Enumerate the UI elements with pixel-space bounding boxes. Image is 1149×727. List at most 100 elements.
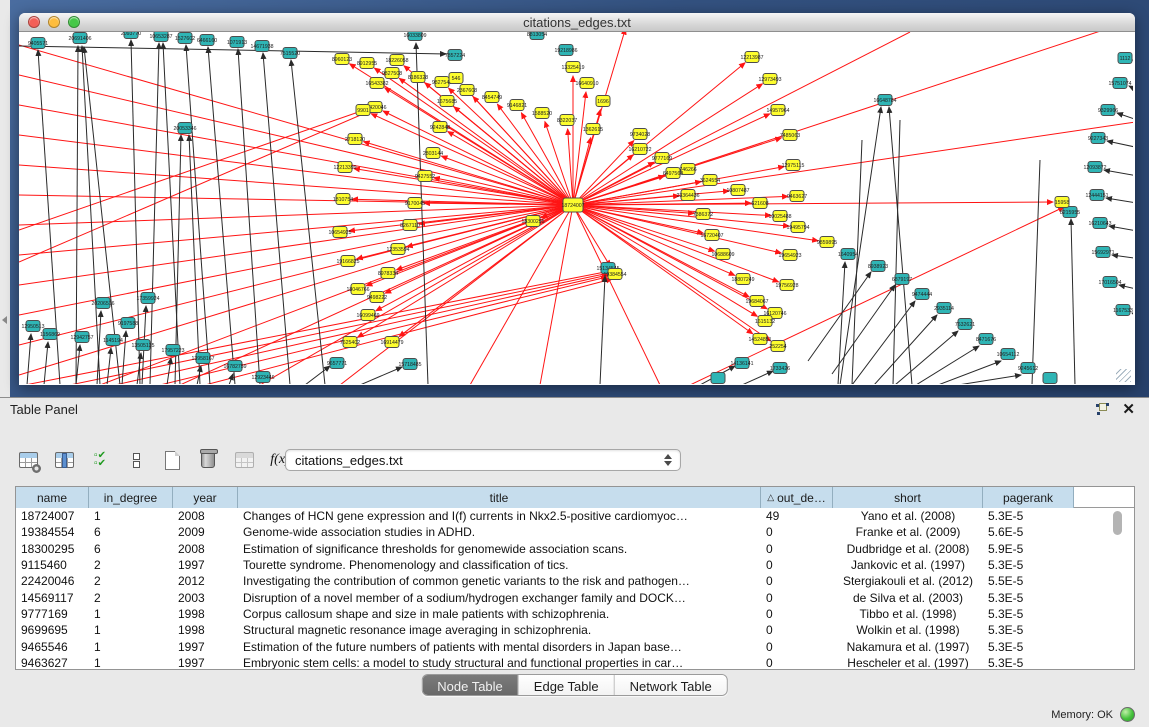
graph-node-label: 2718120 (345, 137, 365, 143)
graph-node-label: 12213987 (740, 55, 763, 61)
close-window-button[interactable] (28, 16, 40, 28)
column-header-label: name (37, 491, 67, 505)
tab-network-table[interactable]: Network Table (615, 675, 727, 696)
graph-node-label: 12942757 (70, 335, 93, 341)
table-cell: 1997 (173, 656, 238, 670)
graph-node-label: 1071913 (227, 40, 247, 46)
directed-edge (416, 43, 428, 384)
close-panel-icon[interactable]: ✕ (1122, 400, 1135, 418)
graph-node-label: 9329966 (1098, 108, 1118, 114)
citation-edge (568, 129, 573, 205)
graph-node-label: 7515520 (280, 51, 300, 57)
citation-edge (25, 271, 610, 384)
window-resize-grip[interactable] (1116, 369, 1131, 382)
graph-node-label: 18807249 (731, 277, 754, 283)
unselect-columns-icon[interactable] (124, 448, 148, 472)
network-canvas[interactable]: 9405571206914062093770106532871527602646… (19, 32, 1133, 384)
float-panel-icon[interactable] (1096, 403, 1109, 415)
network-window-titlebar[interactable]: citations_edges.txt (19, 13, 1135, 32)
tab-node-table[interactable]: Node Table (422, 675, 519, 696)
import-table-icon[interactable] (232, 448, 256, 472)
graph-node-label: 9827508 (382, 71, 402, 77)
graph-node-label: 8215955 (1060, 210, 1080, 216)
table-select-dropdown[interactable]: citations_edges.txt (285, 449, 681, 471)
table-cell: 9463627 (16, 656, 89, 670)
zoom-window-button[interactable] (68, 16, 80, 28)
directed-edge (44, 342, 48, 384)
graph-node-label: 19684067 (745, 299, 768, 305)
graph-node-label: 20053346 (173, 126, 196, 132)
table-row[interactable]: 969969511998Structural magnetic resonanc… (16, 622, 1134, 638)
show-column-icon[interactable] (52, 448, 76, 472)
table-row[interactable]: 946554611997Estimation of the future num… (16, 638, 1134, 654)
graph-node-label: 16099469 (356, 313, 379, 319)
table-cell: Disruption of a novel member of a sodium… (238, 591, 761, 605)
table-cell: 6 (89, 525, 173, 539)
table-cell: de Silva et al. (2003) (833, 591, 983, 605)
graph-node-label: 2093770 (121, 32, 141, 37)
graph-node-label: 9901 (357, 108, 369, 114)
table-row[interactable]: 911546021997Tourette syndrome. Phenomeno… (16, 557, 1134, 573)
table-cell: 22420046 (16, 574, 89, 588)
graph-node-label: 16210722 (628, 147, 651, 153)
table-scrollbar-thumb[interactable] (1113, 511, 1122, 535)
memory-status-indicator[interactable] (1120, 707, 1135, 722)
graph-node-label: 8322037 (557, 118, 577, 124)
citation-edge (385, 88, 573, 205)
column-header-name[interactable]: name (16, 487, 89, 508)
delete-column-icon[interactable] (196, 448, 220, 472)
create-column-icon[interactable] (160, 448, 184, 472)
graph-node-label: 14671938 (250, 44, 273, 50)
directed-edge (838, 262, 845, 384)
minimize-window-button[interactable] (48, 16, 60, 28)
table-cell: 5.3E-5 (983, 558, 1074, 572)
graph-node[interactable] (1043, 373, 1057, 384)
table-settings-icon[interactable] (16, 448, 40, 472)
column-header-in_degree[interactable]: in_degree (89, 487, 173, 508)
column-header-title[interactable]: title (238, 487, 761, 508)
graph-node-label: 12353594 (386, 247, 409, 253)
graph-node[interactable] (711, 373, 725, 384)
graph-node-label: 8938923 (868, 264, 888, 270)
graph-node-label: 7632621 (955, 322, 975, 328)
graph-node-label: 7386372 (693, 212, 713, 218)
table-cell: Genome-wide association studies in ADHD. (238, 525, 761, 539)
table-row[interactable]: 1938455462009Genome-wide association stu… (16, 524, 1134, 540)
column-header-pagerank[interactable]: pagerank (983, 487, 1074, 508)
graph-node-label: 621608 (751, 201, 768, 207)
table-cell: 1 (89, 623, 173, 637)
graph-node-label: 9777169 (652, 156, 672, 162)
table-cell: Investigating the contribution of common… (238, 574, 761, 588)
table-toolbar: ▫✔▫✔f(x) (16, 446, 292, 474)
table-cell: Estimation of significance thresholds fo… (238, 542, 761, 556)
directed-edge (893, 120, 900, 384)
table-row[interactable]: 977716911998Corpus callosum shape and si… (16, 606, 1134, 622)
table-row[interactable]: 1456911722003Disruption of a novel membe… (16, 589, 1134, 605)
table-cell: 5.3E-5 (983, 640, 1074, 654)
table-row[interactable]: 946362711997Embryonic stem cells: a mode… (16, 655, 1134, 670)
select-all-columns-icon[interactable]: ▫✔▫✔ (88, 448, 112, 472)
table-row[interactable]: 1872400712008Changes of HCN gene express… (16, 508, 1134, 524)
column-header-short[interactable]: short (833, 487, 983, 508)
table-row[interactable]: 2242004622012Investigating the contribut… (16, 573, 1134, 589)
table-cell: 1998 (173, 607, 238, 621)
column-header-out_de[interactable]: △out_de… (761, 487, 833, 508)
table-cell: 2 (89, 574, 173, 588)
directed-edge (808, 272, 871, 361)
table-row[interactable]: 1830029562008Estimation of significance … (16, 541, 1134, 557)
graph-node-label: 9474444 (912, 292, 932, 298)
panel-collapse-arrow-icon[interactable] (2, 316, 7, 324)
graph-node-label: 1733426 (770, 366, 790, 372)
column-header-label: in_degree (104, 491, 157, 505)
table-cell: 2003 (173, 591, 238, 605)
table-type-tabs: Node TableEdge TableNetwork Table (421, 674, 728, 696)
column-header-year[interactable]: year (173, 487, 238, 508)
table-cell: 2008 (173, 509, 238, 523)
tab-edge-table[interactable]: Edge Table (519, 675, 615, 696)
directed-edge (163, 43, 180, 384)
graph-node-label: 1615132 (755, 319, 775, 325)
directed-edge (1132, 313, 1133, 320)
table-cell: 9465546 (16, 640, 89, 654)
directed-edge (131, 40, 140, 384)
table-cell: 0 (761, 525, 833, 539)
